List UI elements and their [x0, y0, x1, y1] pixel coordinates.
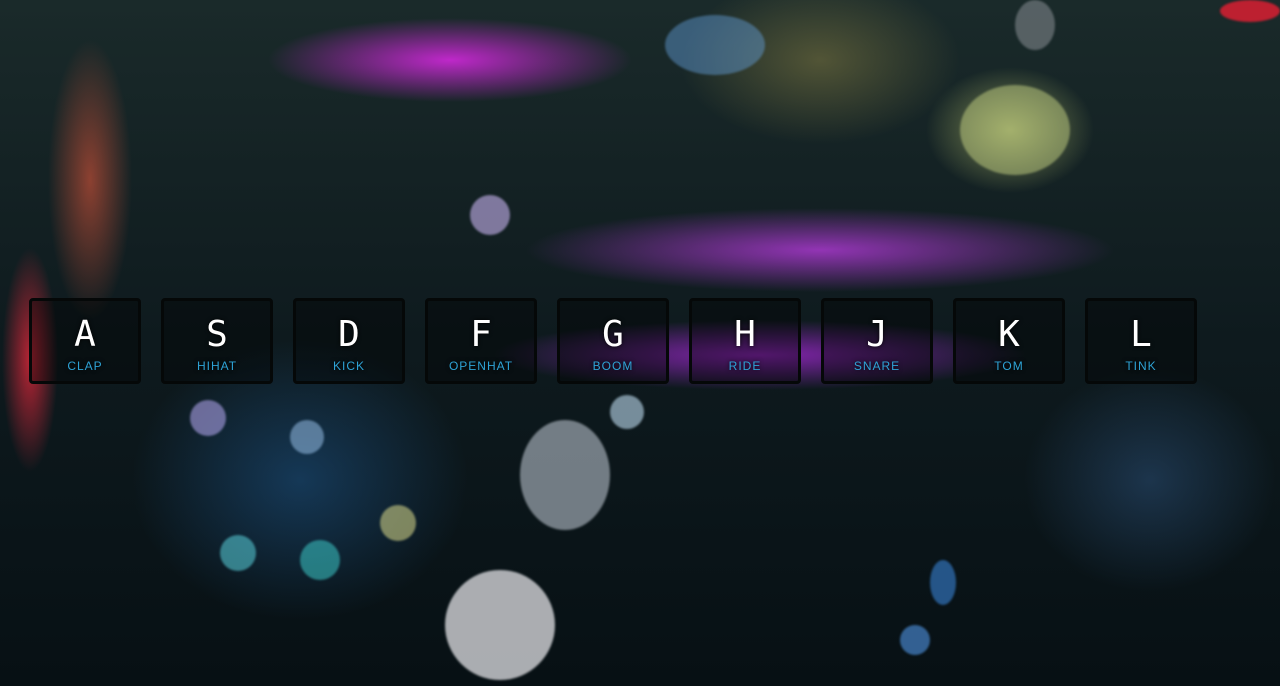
- bokeh-light: [610, 395, 644, 429]
- drum-key-l[interactable]: L TINK: [1085, 298, 1197, 384]
- sound-label: TINK: [1125, 359, 1157, 373]
- key-letter: L: [1130, 314, 1152, 355]
- bokeh-light: [445, 570, 555, 680]
- key-letter: A: [74, 314, 96, 355]
- drum-key-j[interactable]: J SNARE: [821, 298, 933, 384]
- sound-label: HIHAT: [196, 359, 238, 373]
- bokeh-light: [290, 420, 324, 454]
- bokeh-light: [900, 625, 930, 655]
- drum-keys-row: A CLAP S HIHAT D KICK F OPENHAT G BOOM H…: [29, 298, 1197, 384]
- sound-label: BOOM: [592, 359, 634, 373]
- key-letter: S: [206, 314, 228, 355]
- bokeh-light: [665, 15, 765, 75]
- drum-key-h[interactable]: H RIDE: [689, 298, 801, 384]
- drum-key-a[interactable]: A CLAP: [29, 298, 141, 384]
- key-letter: J: [866, 314, 888, 355]
- bokeh-light: [380, 505, 416, 541]
- bokeh-light: [190, 400, 226, 436]
- bokeh-light: [1220, 0, 1280, 22]
- drum-key-s[interactable]: S HIHAT: [161, 298, 273, 384]
- drum-key-d[interactable]: D KICK: [293, 298, 405, 384]
- key-letter: H: [734, 314, 756, 355]
- key-letter: K: [998, 314, 1020, 355]
- sound-label: CLAP: [67, 359, 103, 373]
- drum-key-g[interactable]: G BOOM: [557, 298, 669, 384]
- key-letter: F: [470, 314, 492, 355]
- sound-label: OPENHAT: [448, 359, 514, 373]
- bokeh-light: [1015, 0, 1055, 50]
- sound-label: RIDE: [728, 359, 762, 373]
- bokeh-light: [960, 85, 1070, 175]
- sound-label: TOM: [994, 359, 1024, 373]
- drum-key-f[interactable]: F OPENHAT: [425, 298, 537, 384]
- key-letter: G: [602, 314, 624, 355]
- bokeh-light: [220, 535, 256, 571]
- key-letter: D: [338, 314, 360, 355]
- sound-label: SNARE: [853, 359, 901, 373]
- bokeh-light: [300, 540, 340, 580]
- drum-key-k[interactable]: K TOM: [953, 298, 1065, 384]
- bokeh-light: [470, 195, 510, 235]
- sound-label: KICK: [332, 359, 365, 373]
- bokeh-light: [930, 560, 956, 605]
- bokeh-light: [520, 420, 610, 530]
